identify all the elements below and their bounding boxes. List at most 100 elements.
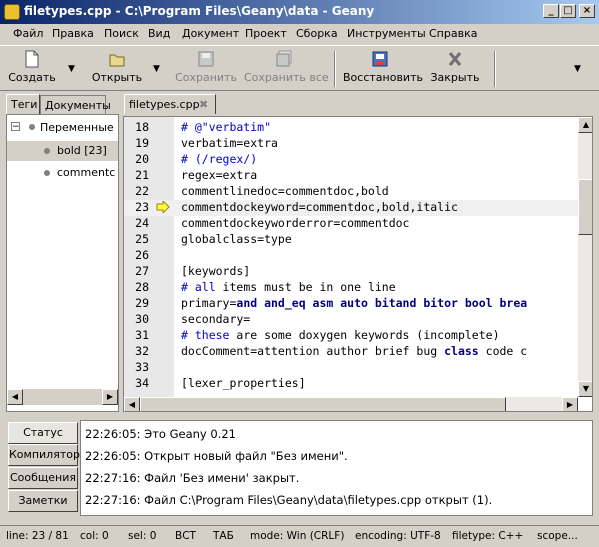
code-line[interactable]: 22 commentlinedoc=commentdoc,bold [124, 184, 578, 200]
tab-tags[interactable]: Теги [6, 94, 40, 114]
code-token: class [444, 344, 479, 358]
code-line[interactable]: 23 commentdockeyword=commentdoc,bold,ital… [124, 199, 578, 216]
tab-notes[interactable]: Заметки [8, 490, 78, 512]
code-editor[interactable]: 18 # @"verbatim" 19 verbatim=extra 20 # (/reg… [123, 116, 593, 412]
code-line[interactable]: 27 [keywords] [124, 264, 578, 280]
menu-help[interactable]: Справка [429, 27, 477, 40]
maximize-button[interactable]: □ [560, 4, 576, 18]
line-number: 29 [135, 296, 149, 310]
line-text: docComment=attention author brief bug cl… [181, 344, 527, 358]
menu-file[interactable]: Файл [13, 27, 43, 40]
tab-close-icon[interactable]: ✖ [199, 98, 208, 111]
revert-icon [372, 51, 388, 67]
tree-node-bold[interactable]: bold [23] [7, 141, 118, 161]
menu-tools[interactable]: Инструменты [347, 27, 426, 40]
code-line[interactable]: 28 # all items must be in one line [124, 280, 578, 296]
new-file-icon [25, 50, 39, 68]
editor-horizontal-scrollbar[interactable]: ◀ ▶ [124, 397, 578, 411]
tab-status[interactable]: Статус [8, 422, 78, 444]
scroll-right-button[interactable]: ▶ [562, 397, 578, 411]
close-window-button[interactable]: × [579, 4, 595, 18]
open-button[interactable]: Открыть [88, 46, 146, 90]
scroll-down-button[interactable]: ▼ [578, 381, 592, 397]
new-button[interactable]: Создать [6, 46, 58, 90]
status-tab-mode: ТАБ [213, 530, 234, 542]
code-line[interactable]: 24 commentdockeyworderror=commentdoc [124, 216, 578, 232]
code-token: items must be in one line [215, 280, 396, 294]
save-all-icon [276, 50, 292, 67]
save-icon [198, 51, 214, 67]
scroll-right-button[interactable]: ▶ [102, 389, 118, 405]
scroll-thumb[interactable] [578, 179, 592, 235]
code-line[interactable]: 19 verbatim=extra [124, 136, 578, 152]
code-line[interactable]: 31 # these are some doxygen keywords (inc… [124, 328, 578, 344]
line-number: 26 [135, 248, 149, 262]
minimize-button[interactable]: _ [543, 4, 559, 18]
code-token: # these [181, 328, 230, 342]
menu-project[interactable]: Проект [245, 27, 287, 40]
line-number: 24 [135, 216, 149, 230]
status-line: line: 23 / 81 [6, 530, 69, 542]
scroll-left-button[interactable]: ◀ [7, 389, 23, 405]
code-token: code c [478, 344, 528, 358]
scroll-thumb[interactable] [140, 397, 506, 411]
code-line[interactable]: 33 [124, 360, 578, 376]
close-file-button[interactable]: Закрыть [426, 46, 484, 90]
line-number: 32 [135, 344, 149, 358]
line-number: 34 [135, 376, 149, 390]
line-number: 21 [135, 168, 149, 182]
new-dropdown-arrow[interactable]: ▼ [68, 64, 75, 74]
status-col: col: 0 [80, 530, 109, 542]
line-text: secondary= [181, 312, 250, 326]
variable-bullet-icon [29, 124, 35, 130]
editor-vertical-scrollbar[interactable]: ▲ ▼ [578, 117, 592, 397]
menu-edit[interactable]: Правка [52, 27, 94, 40]
code-line[interactable]: 18 # @"verbatim" [124, 120, 578, 136]
code-line[interactable]: 34 [lexer_properties] [124, 376, 578, 392]
toolbar-separator [334, 51, 336, 87]
current-line-arrow-icon [156, 199, 170, 215]
collapse-icon[interactable]: − [11, 122, 20, 132]
code-line[interactable]: 25 globalclass=type [124, 232, 578, 248]
scroll-up-button[interactable]: ▲ [578, 117, 592, 133]
line-text: primary=and and_eq asm auto bitand bitor… [181, 296, 527, 310]
log-line: 22:26:05: Это Geany 0.21 [85, 427, 236, 441]
toolbar-separator [494, 51, 496, 87]
line-text: # (/regex/) [181, 152, 257, 166]
code-token: are some doxygen keywords (incomplete) [229, 328, 500, 342]
code-line[interactable]: 30 secondary= [124, 312, 578, 328]
code-token: [keywords] [181, 264, 251, 278]
editor-tab-filetypes[interactable]: filetypes.cpp ✖ [124, 94, 216, 114]
line-number: 18 [135, 120, 149, 134]
code-token: primary= [181, 296, 237, 310]
toolbar-overflow-arrow[interactable]: ▼ [574, 64, 581, 74]
menu-build[interactable]: Сборка [296, 27, 338, 40]
code-token: commentdockeyword=commentdoc,bold,italic [181, 200, 458, 214]
scroll-left-button[interactable]: ◀ [124, 397, 140, 411]
save-button[interactable]: Сохранить [174, 46, 238, 90]
status-bar: line: 23 / 81 col: 0 sel: 0 ВСТ ТАБ mode… [0, 525, 599, 547]
menu-search[interactable]: Поиск [104, 27, 139, 40]
menu-document[interactable]: Документ [182, 27, 239, 40]
line-text: verbatim=extra [181, 136, 278, 150]
tab-messages[interactable]: Сообщения [8, 467, 78, 489]
menu-view[interactable]: Вид [148, 27, 170, 40]
code-token: verbatim=extra [181, 136, 278, 150]
code-line[interactable]: 32 docComment=attention author brief bug … [124, 344, 578, 360]
code-token: # all [181, 280, 216, 294]
save-all-button[interactable]: Сохранить все [244, 46, 329, 90]
line-number: 19 [135, 136, 149, 150]
status-insert-mode: ВСТ [175, 530, 196, 542]
tree-node-variables[interactable]: − Переменные [7, 119, 118, 139]
code-line[interactable]: 29 primary=and and_eq asm auto bitand bit… [124, 296, 578, 312]
revert-button[interactable]: Восстановить [343, 46, 423, 90]
code-line[interactable]: 26 [124, 248, 578, 264]
open-dropdown-arrow[interactable]: ▼ [153, 64, 160, 74]
tree-node-commentc[interactable]: commentc [7, 163, 118, 183]
code-line[interactable]: 21 regex=extra [124, 168, 578, 184]
log-line: 22:27:16: Файл C:\Program Files\Geany\da… [85, 493, 493, 507]
code-line[interactable]: 20 # (/regex/) [124, 152, 578, 168]
tab-compiler[interactable]: Компилятор [8, 444, 80, 466]
tab-documents[interactable]: Документы [40, 95, 111, 115]
sidebar-horizontal-scrollbar[interactable]: ◀ ▶ [7, 389, 118, 405]
